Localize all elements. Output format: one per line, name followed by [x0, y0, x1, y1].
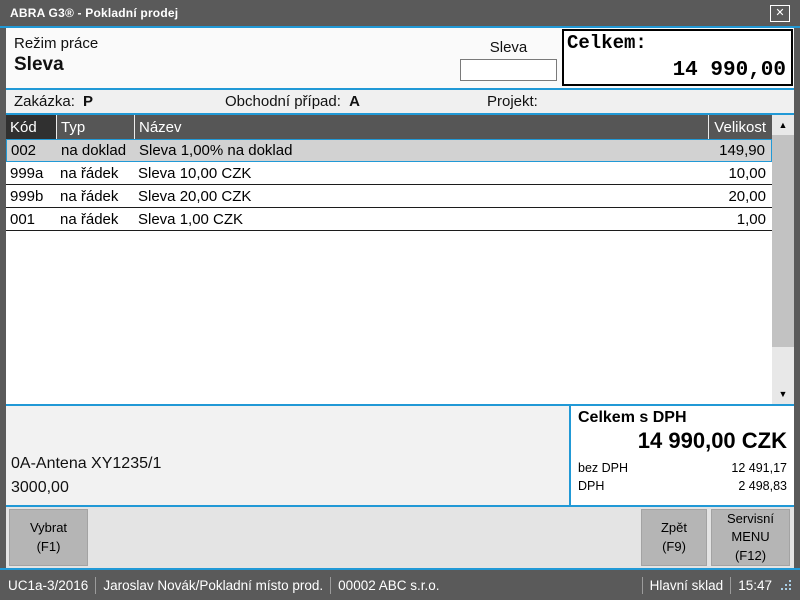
service-menu-button[interactable]: Servisní MENU (F12)	[711, 509, 790, 566]
discount-label: Sleva	[460, 39, 557, 56]
context-bar: Zakázka: P Obchodní případ: A Projekt:	[6, 90, 794, 113]
table-header-row: Kód Typ Název Velikost	[6, 115, 772, 139]
status-warehouse: Hlavní sklad	[650, 578, 724, 593]
business-case-value: A	[349, 93, 360, 110]
select-button-key: (F1)	[12, 538, 85, 556]
business-case-field: Obchodní případ: A	[225, 93, 487, 110]
cell-typ: na doklad	[57, 142, 135, 159]
status-document: UC1a-3/2016	[8, 578, 88, 593]
cell-typ: na řádek	[56, 211, 134, 228]
service-menu-label-1: Servisní	[714, 510, 787, 528]
without-vat-value: 12 491,17	[731, 461, 787, 475]
resize-grip-icon[interactable]	[780, 579, 792, 591]
table-row[interactable]: 002 na doklad Sleva 1,00% na doklad 149,…	[6, 139, 772, 162]
cell-kod: 999a	[6, 165, 56, 182]
cell-nazev: Sleva 20,00 CZK	[134, 188, 708, 205]
current-item-panel: 0A-Antena XY1235/1 3000,00	[6, 406, 569, 505]
cell-velikost: 10,00	[708, 165, 772, 182]
status-user: Jaroslav Novák/Pokladní místo prod.	[103, 578, 323, 593]
work-mode-label: Režim práce	[14, 35, 98, 52]
header-panel: Režim práce Sleva Sleva Celkem: 14 990,0…	[6, 28, 794, 88]
summary-panel: 0A-Antena XY1235/1 3000,00 Celkem s DPH …	[6, 406, 794, 505]
total-label: Celkem:	[564, 31, 791, 55]
status-bar: UC1a-3/2016 Jaroslav Novák/Pokladní míst…	[0, 570, 800, 600]
vat-value: 2 498,83	[738, 479, 787, 493]
cell-velikost: 149,90	[707, 142, 771, 159]
back-button-key: (F9)	[644, 538, 704, 556]
table-empty-area	[6, 231, 772, 404]
service-menu-label-2: MENU	[714, 528, 787, 546]
status-separator	[730, 577, 731, 594]
project-field: Projekt:	[487, 93, 794, 110]
total-value: 14 990,00	[673, 59, 786, 82]
work-mode-value: Sleva	[14, 54, 98, 76]
cell-typ: na řádek	[56, 165, 134, 182]
business-case-label: Obchodní případ:	[225, 93, 341, 110]
cell-kod: 999b	[6, 188, 56, 205]
work-mode: Režim práce Sleva	[14, 35, 98, 76]
table-row[interactable]: 999a na řádek Sleva 10,00 CZK 10,00	[6, 162, 772, 185]
total-display: Celkem: 14 990,00	[562, 29, 793, 86]
order-field: Zakázka: P	[14, 93, 225, 110]
discount-input[interactable]	[460, 59, 557, 81]
close-button[interactable]: ✕	[770, 5, 790, 22]
service-menu-key: (F12)	[714, 547, 787, 565]
total-with-vat-label: Celkem s DPH	[578, 409, 787, 427]
title-bar: ABRA G3® - Pokladní prodej ✕	[0, 0, 800, 26]
order-value: P	[83, 93, 93, 110]
column-header-kod[interactable]: Kód	[6, 115, 56, 139]
discount-table-body: Kód Typ Název Velikost 002 na doklad Sle…	[6, 115, 772, 404]
item-price: 3000,00	[11, 479, 69, 497]
vertical-scrollbar[interactable]: ▲ ▼	[772, 115, 794, 404]
back-button[interactable]: Zpět (F9)	[641, 509, 707, 566]
button-bar: Vybrat (F1) Zpět (F9) Servisní MENU (F12…	[6, 507, 794, 568]
order-label: Zakázka:	[14, 93, 75, 110]
status-separator	[642, 577, 643, 594]
column-header-nazev[interactable]: Název	[134, 115, 708, 139]
vat-label: DPH	[578, 479, 604, 493]
project-label: Projekt:	[487, 93, 538, 110]
app-window: ABRA G3® - Pokladní prodej ✕ Režim práce…	[0, 0, 800, 600]
cell-nazev: Sleva 1,00% na doklad	[135, 142, 707, 159]
scroll-down-icon: ▼	[779, 389, 788, 399]
back-button-label: Zpět	[644, 519, 704, 537]
total-with-vat-value: 14 990,00 CZK	[578, 428, 787, 454]
scroll-up-icon: ▲	[779, 120, 788, 130]
status-separator	[330, 577, 331, 594]
vat-row: DPH 2 498,83	[578, 479, 787, 493]
totals-panel: Celkem s DPH 14 990,00 CZK bez DPH 12 49…	[569, 406, 794, 505]
discount-table: Kód Typ Název Velikost 002 na doklad Sle…	[6, 115, 794, 404]
scroll-down-button[interactable]: ▼	[772, 384, 794, 404]
cell-velikost: 20,00	[708, 188, 772, 205]
scrollbar-track[interactable]	[772, 347, 794, 384]
without-vat-row: bez DPH 12 491,17	[578, 461, 787, 475]
cell-nazev: Sleva 10,00 CZK	[134, 165, 708, 182]
without-vat-label: bez DPH	[578, 461, 628, 475]
scrollbar-thumb[interactable]	[772, 135, 794, 347]
status-company: 00002 ABC s.r.o.	[338, 578, 439, 593]
status-separator	[95, 577, 96, 594]
cell-typ: na řádek	[56, 188, 134, 205]
select-button-label: Vybrat	[12, 519, 85, 537]
window-title: ABRA G3® - Pokladní prodej	[10, 6, 770, 20]
scroll-up-button[interactable]: ▲	[772, 115, 794, 135]
table-row[interactable]: 001 na řádek Sleva 1,00 CZK 1,00	[6, 208, 772, 231]
cell-velikost: 1,00	[708, 211, 772, 228]
cell-kod: 001	[6, 211, 56, 228]
select-button[interactable]: Vybrat (F1)	[9, 509, 88, 566]
column-header-velikost[interactable]: Velikost	[708, 115, 772, 139]
status-time: 15:47	[738, 578, 772, 593]
item-name: 0A-Antena XY1235/1	[11, 455, 161, 473]
cell-kod: 002	[7, 142, 57, 159]
discount-field-group: Sleva	[460, 39, 557, 81]
table-row[interactable]: 999b na řádek Sleva 20,00 CZK 20,00	[6, 185, 772, 208]
cell-nazev: Sleva 1,00 CZK	[134, 211, 708, 228]
close-icon: ✕	[775, 8, 784, 19]
column-header-typ[interactable]: Typ	[56, 115, 134, 139]
